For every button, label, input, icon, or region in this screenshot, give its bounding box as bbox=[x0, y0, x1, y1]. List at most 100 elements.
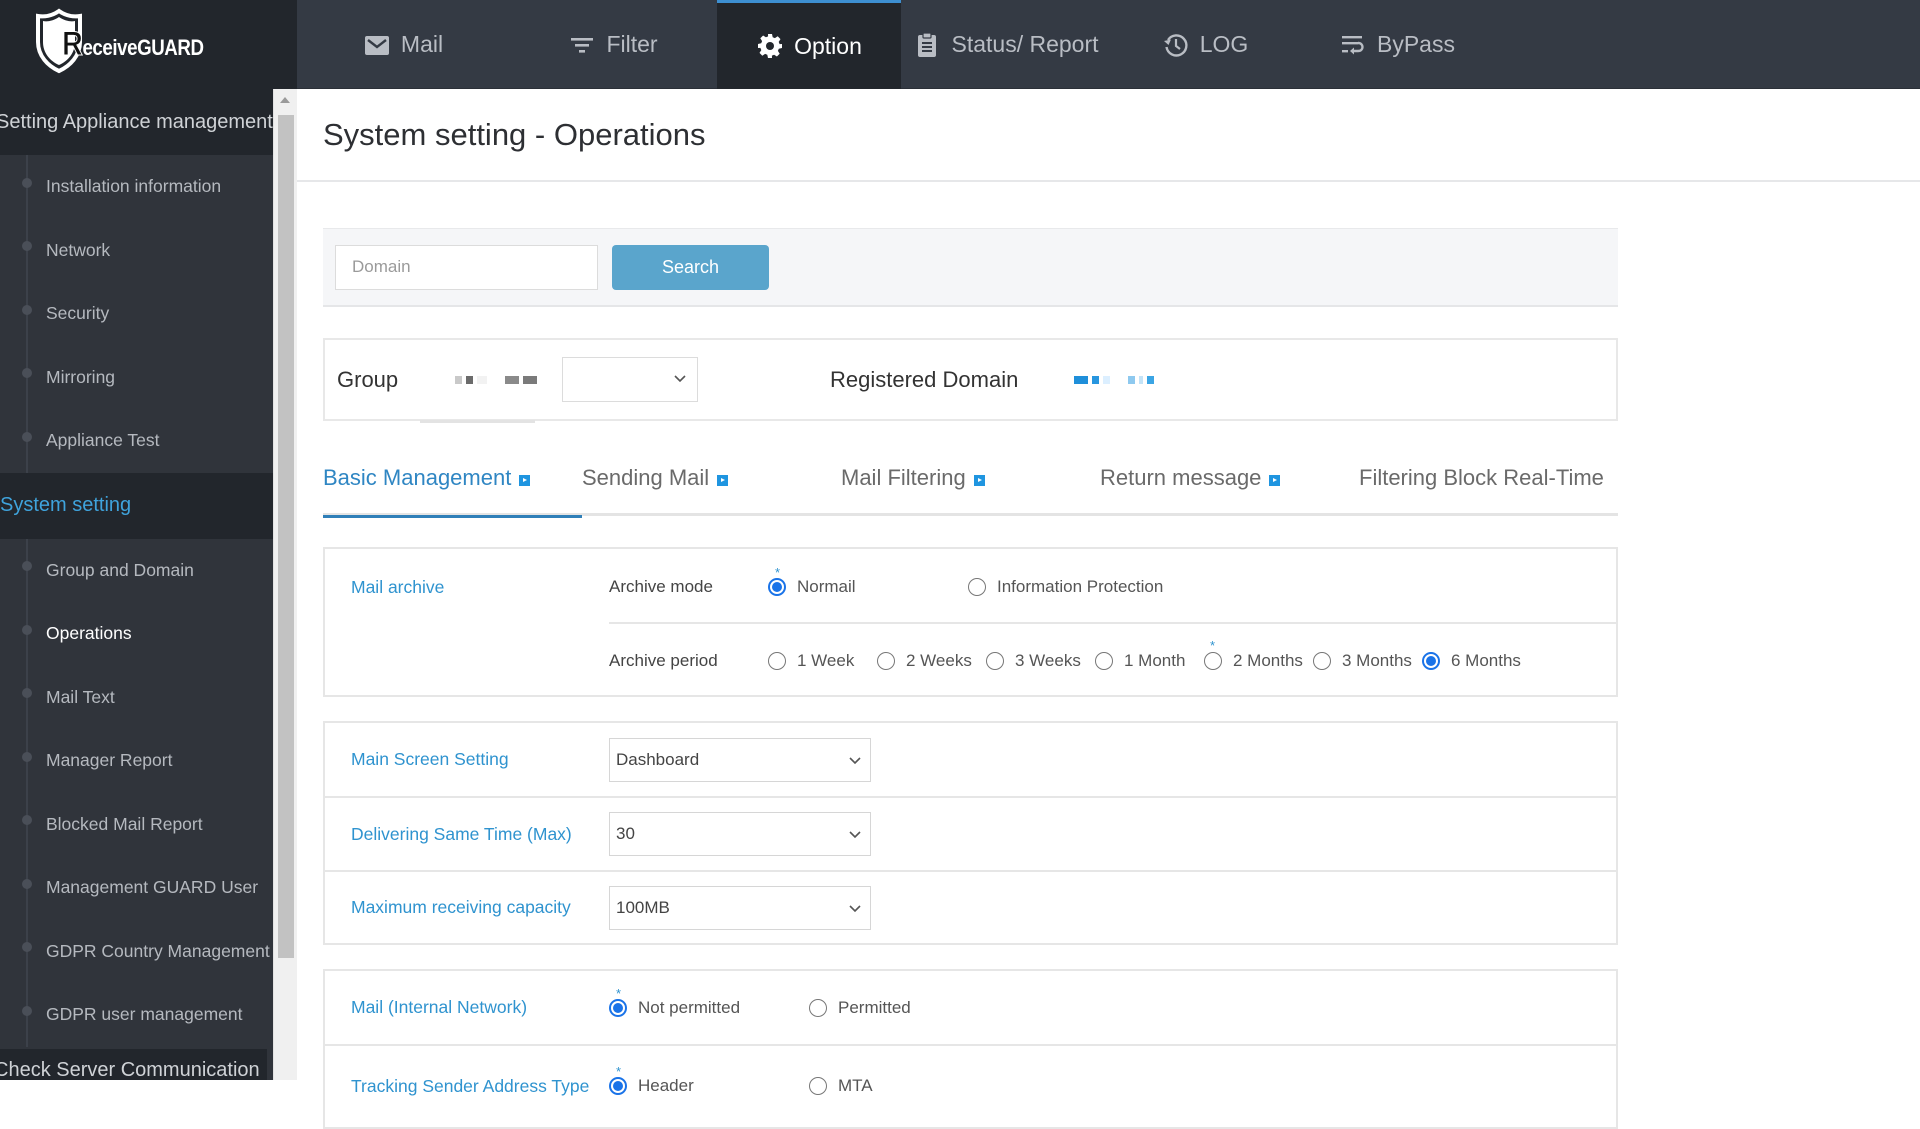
radio-label: Permitted bbox=[838, 997, 911, 1017]
receiveguard-logo[interactable]: ReceiveGUARD bbox=[34, 8, 229, 74]
select-value: 100MB bbox=[616, 897, 670, 917]
select-value: Dashboard bbox=[616, 749, 700, 769]
mail-archive-label: Mail archive bbox=[351, 577, 445, 597]
domain-search-bar: Search bbox=[323, 228, 1618, 307]
archive-period-1-week-radio[interactable]: 1 Week bbox=[768, 651, 854, 671]
delivering-same-time-select[interactable]: 30 bbox=[609, 812, 871, 856]
group-underline bbox=[420, 420, 535, 423]
archive-period-3-months-radio[interactable]: 3 Months bbox=[1313, 651, 1412, 671]
radio-label: 3 Weeks bbox=[1015, 651, 1081, 670]
radio-circle bbox=[986, 652, 1004, 670]
search-button[interactable]: Search bbox=[612, 244, 769, 290]
sidebar-list-system: Group and Domain Operations Mail Text Ma… bbox=[0, 538, 273, 1047]
chevron-down-icon bbox=[849, 904, 861, 912]
sidebar-item-mail-text[interactable]: Mail Text bbox=[0, 666, 273, 730]
scrollbar-thumb[interactable] bbox=[278, 115, 294, 958]
nav-status-report[interactable]: Status/ Report bbox=[901, 0, 1111, 89]
sidebar-item-blocked-mail-report[interactable]: Blocked Mail Report bbox=[0, 793, 273, 857]
radio-label: 2 Months bbox=[1233, 651, 1303, 670]
tab-return-message[interactable]: Return message bbox=[1100, 441, 1359, 515]
nav-bypass[interactable]: ByPass bbox=[1299, 0, 1495, 89]
play-square-icon bbox=[519, 475, 531, 486]
sidebar-item-manager-report[interactable]: Manager Report bbox=[0, 729, 273, 793]
nav-option[interactable]: Option bbox=[717, 0, 901, 89]
sidebar-item-security[interactable]: Security bbox=[0, 282, 273, 346]
nav-log[interactable]: LOG bbox=[1111, 0, 1299, 89]
tab-label: Filtering Block Real-Time bbox=[1359, 464, 1604, 490]
tracking-sender-address-label: Tracking Sender Address Type bbox=[351, 1076, 590, 1096]
radio-circle: * bbox=[609, 986, 627, 1017]
logo-area: ReceiveGUARD bbox=[0, 0, 297, 89]
domain-search-input[interactable] bbox=[335, 244, 598, 290]
nav-log-label: LOG bbox=[1199, 31, 1249, 57]
page-header: System setting - Operations bbox=[297, 89, 1920, 182]
sidebar-item-mirroring[interactable]: Mirroring bbox=[0, 346, 273, 410]
main-screen-setting-select[interactable]: Dashboard bbox=[609, 737, 871, 782]
archive-period-label: Archive period bbox=[609, 651, 718, 670]
radio-circle: * bbox=[1204, 638, 1222, 670]
tracking-sender-header-radio[interactable]: * Header bbox=[609, 1064, 694, 1096]
radio-label: 2 Weeks bbox=[906, 651, 972, 670]
nav-option-label: Option bbox=[794, 32, 862, 59]
archive-period-2-weeks-radio[interactable]: 2 Weeks bbox=[877, 651, 972, 671]
archive-period-2-months-radio[interactable]: * 2 Months bbox=[1204, 638, 1303, 671]
archive-period-6-months-radio[interactable]: 6 Months bbox=[1422, 651, 1521, 671]
sidebar-item-group-and-domain[interactable]: Group and Domain bbox=[0, 539, 273, 603]
sidebar-list-appliance: Installation information Network Securit… bbox=[0, 155, 273, 473]
radio-circle bbox=[809, 998, 827, 1017]
tab-label: Basic Management bbox=[323, 464, 512, 490]
radio-label: Header bbox=[638, 1076, 694, 1095]
tab-filtering-block-real-time[interactable]: Filtering Block Real-Time bbox=[1359, 441, 1618, 515]
tracking-sender-mta-radio[interactable]: MTA bbox=[809, 1076, 873, 1096]
archive-period-3-weeks-radio[interactable]: 3 Weeks bbox=[986, 651, 1081, 671]
group-select[interactable] bbox=[562, 357, 698, 402]
radio-label: Normail bbox=[797, 577, 856, 596]
sidebar-item-network[interactable]: Network bbox=[0, 219, 273, 283]
sidebar-scrollbar[interactable] bbox=[273, 89, 297, 1080]
nav-filter-label: Filter bbox=[606, 31, 658, 57]
page-title: System setting - Operations bbox=[323, 116, 706, 152]
tracking-sender-address-row: Tracking Sender Address Type * Header MT… bbox=[325, 1044, 1616, 1117]
default-marker: * bbox=[775, 565, 781, 580]
tab-sending-mail[interactable]: Sending Mail bbox=[582, 441, 841, 515]
sidebar-item-gdpr-country-management[interactable]: GDPR Country Management bbox=[0, 920, 273, 984]
default-marker: * bbox=[1210, 638, 1216, 653]
sidebar-item-gdpr-user-management[interactable]: GDPR user management bbox=[0, 983, 273, 1047]
nav-mail[interactable]: Mail bbox=[297, 0, 509, 89]
chevron-down-icon bbox=[674, 375, 686, 383]
radio-circle bbox=[1422, 652, 1440, 670]
tab-mail-filtering[interactable]: Mail Filtering bbox=[841, 441, 1100, 515]
mail-icon bbox=[363, 31, 391, 59]
radio-label: Information Protection bbox=[997, 577, 1164, 596]
archive-period-1-month-radio[interactable]: 1 Month bbox=[1095, 651, 1185, 671]
tab-label: Mail Filtering bbox=[841, 464, 966, 490]
sidebar-section-system-setting[interactable]: System setting bbox=[0, 472, 273, 539]
archive-mode-label: Archive mode bbox=[609, 577, 713, 596]
registered-domain-label: Registered Domain bbox=[830, 366, 1019, 392]
scroll-up-arrow-icon[interactable] bbox=[280, 97, 290, 103]
network-settings-panel: Mail (Internal Network) * Not permitted … bbox=[323, 969, 1618, 1129]
radio-label: 3 Months bbox=[1342, 651, 1412, 670]
play-square-icon bbox=[1269, 475, 1281, 486]
archive-mode-normal-radio[interactable]: * Normail bbox=[768, 565, 856, 597]
sidebar-item-management-guard-user[interactable]: Management GUARD User bbox=[0, 856, 273, 920]
clipboard-icon bbox=[913, 31, 941, 59]
maximum-receiving-capacity-select[interactable]: 100MB bbox=[609, 885, 871, 930]
archive-mode-information-protection-radio[interactable]: Information Protection bbox=[968, 577, 1163, 597]
maximum-receiving-capacity-row: Maximum receiving capacity 100MB bbox=[325, 870, 1616, 943]
delivering-same-time-label: Delivering Same Time (Max) bbox=[351, 823, 572, 844]
nav-bypass-label: ByPass bbox=[1377, 31, 1455, 57]
sidebar-item-operations[interactable]: Operations bbox=[0, 602, 273, 666]
logo-initial: R bbox=[62, 24, 84, 63]
tab-basic-management[interactable]: Basic Management bbox=[323, 441, 582, 518]
internal-network-permitted-radio[interactable]: Permitted bbox=[809, 998, 911, 1018]
sidebar-section-appliance-management[interactable]: Setting Appliance management bbox=[0, 89, 273, 155]
sidebar-item-installation-information[interactable]: Installation information bbox=[0, 155, 273, 219]
delivering-same-time-row: Delivering Same Time (Max) 30 bbox=[325, 796, 1616, 870]
top-navigation-bar: ReceiveGUARD Mail Filter Option Status/ … bbox=[0, 0, 1920, 89]
internal-network-not-permitted-radio[interactable]: * Not permitted bbox=[609, 986, 740, 1018]
sidebar-section-check-server-communication[interactable]: Check Server Communication bbox=[0, 1049, 267, 1080]
sidebar-item-appliance-test[interactable]: Appliance Test bbox=[0, 409, 273, 473]
radio-circle: * bbox=[768, 565, 786, 596]
nav-filter[interactable]: Filter bbox=[509, 0, 717, 89]
